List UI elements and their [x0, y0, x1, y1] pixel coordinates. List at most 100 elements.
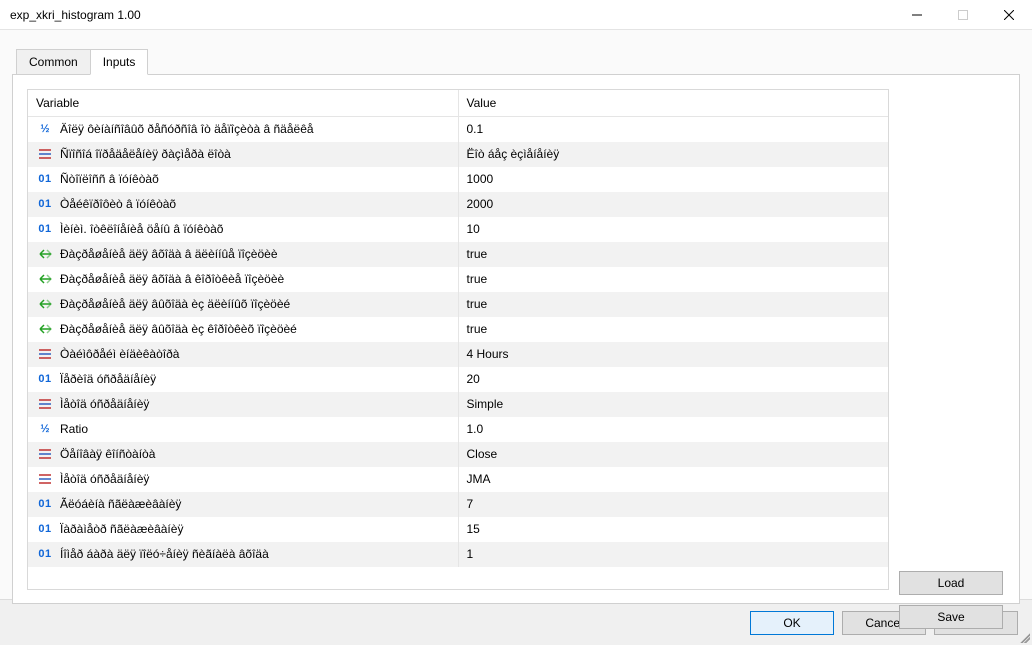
table-row[interactable]: Ðàçðåøåíèå äëÿ âûõîäà èç äëèííûõ ïîçèöèé… — [28, 292, 888, 317]
variable-cell[interactable]: Ðàçðåøåíèå äëÿ âõîäà â äëèííûå ïîçèöèè — [28, 242, 458, 267]
table-row[interactable]: ½Ratio1.0 — [28, 417, 888, 442]
value-cell[interactable]: true — [458, 242, 888, 267]
variable-cell[interactable]: Òàéìôðåéì èíäèêàòîðà — [28, 342, 458, 367]
blank-cell — [28, 567, 888, 589]
fraction-icon: ½ — [36, 423, 54, 435]
value-cell[interactable]: true — [458, 317, 888, 342]
table-row[interactable]: 01 Ïàðàìåòð ñãëàæèâàíèÿ 15 — [28, 517, 888, 542]
maximize-button — [940, 0, 986, 30]
value-cell[interactable]: Simple — [458, 392, 888, 417]
variable-cell[interactable]: Ìåòîä óñðåäíåíèÿ — [28, 392, 458, 417]
variable-label: Íîìåð áàðà äëÿ ïîëó÷åíèÿ ñèãíàëà âõîäà — [60, 547, 269, 561]
save-button[interactable]: Save — [899, 605, 1003, 629]
table-row[interactable]: 01Ãëóáèíà ñãëàæèâàíèÿ7 — [28, 492, 888, 517]
tab-inputs[interactable]: Inputs — [90, 49, 149, 75]
table-row[interactable]: 01Ìèíèì. îòêëîíåíèå öåíû â ïóíêòàõ10 — [28, 217, 888, 242]
integer-icon: 01 — [36, 198, 54, 210]
variable-cell[interactable]: ½Ratio — [28, 417, 458, 442]
variable-label: Òàéìôðåéì èíäèêàòîðà — [60, 347, 179, 361]
integer-icon: 01 — [36, 548, 54, 560]
load-button[interactable]: Load — [899, 571, 1003, 595]
string-icon — [36, 398, 54, 410]
variable-cell[interactable]: Öåíîâàÿ êîíñòàíòà — [28, 442, 458, 467]
value-cell[interactable]: true — [458, 267, 888, 292]
variable-cell[interactable]: 01 Ïåðèîä óñðåäíåíèÿ — [28, 367, 458, 392]
variable-label: Òåéêïðîôèò â ïóíêòàõ — [60, 197, 176, 211]
value-cell[interactable]: 1.0 — [458, 417, 888, 442]
value-cell[interactable]: 15 — [458, 517, 888, 542]
table-row — [28, 567, 888, 589]
value-cell[interactable]: true — [458, 292, 888, 317]
table-row[interactable]: 01Ñòîïëîññ â ïóíêòàõ1000 — [28, 167, 888, 192]
table-row[interactable]: Ðàçðåøåíèå äëÿ âûõîäà èç êîðîòêèõ ïîçèöè… — [28, 317, 888, 342]
value-cell[interactable]: 20 — [458, 367, 888, 392]
column-header-value[interactable]: Value — [458, 90, 888, 117]
variable-cell[interactable]: Ðàçðåøåíèå äëÿ âõîäà â êîðîòêèå ïîçèöèè — [28, 267, 458, 292]
variable-cell[interactable]: Ñïîñîá îïðåäåëåíèÿ ðàçìåðà ëîòà — [28, 142, 458, 167]
variable-label: Ïåðèîä óñðåäíåíèÿ — [60, 372, 156, 386]
table-row[interactable]: Ðàçðåøåíèå äëÿ âõîäà â êîðîòêèå ïîçèöèèt… — [28, 267, 888, 292]
fraction-icon: ½ — [36, 123, 54, 135]
tab-panel: Variable Value ½ Äîëÿ ôèíàíñîâûõ ðåñóðñîâ… — [12, 74, 1020, 604]
string-icon — [36, 473, 54, 485]
value-cell[interactable]: 1000 — [458, 167, 888, 192]
variable-label: Ðàçðåøåíèå äëÿ âûõîäà èç êîðîòêèõ ïîçèöè… — [60, 322, 297, 336]
bool-icon — [36, 323, 54, 335]
variable-cell[interactable]: 01 Ïàðàìåòð ñãëàæèâàíèÿ — [28, 517, 458, 542]
variable-label: Ìåòîä óñðåäíåíèÿ — [60, 472, 149, 486]
variable-label: Ìåòîä óñðåäíåíèÿ — [60, 397, 149, 411]
table-row[interactable]: 01 Íîìåð áàðà äëÿ ïîëó÷åíèÿ ñèãíàëà âõîäà… — [28, 542, 888, 567]
variable-cell[interactable]: ½ Äîëÿ ôèíàíñîâûõ ðåñóðñîâ îò äåïîçèòà â … — [28, 117, 458, 142]
resize-grip[interactable] — [1018, 631, 1030, 643]
value-cell[interactable]: Ëîò áåç èçìåíåíèÿ — [458, 142, 888, 167]
tab-common[interactable]: Common — [16, 49, 91, 75]
value-cell[interactable]: 10 — [458, 217, 888, 242]
variable-label: Ìèíèì. îòêëîíåíèå öåíû â ïóíêòàõ — [60, 222, 223, 236]
string-icon — [36, 348, 54, 360]
variable-label: Öåíîâàÿ êîíñòàíòà — [60, 447, 155, 461]
variable-label: Ñïîñîá îïðåäåëåíèÿ ðàçìåðà ëîòà — [60, 147, 231, 161]
close-button[interactable] — [986, 0, 1032, 30]
variable-label: Ïàðàìåòð ñãëàæèâàíèÿ — [60, 522, 183, 536]
value-cell[interactable]: Close — [458, 442, 888, 467]
integer-icon: 01 — [36, 373, 54, 385]
integer-icon: 01 — [36, 523, 54, 535]
value-cell[interactable]: 4 Hours — [458, 342, 888, 367]
table-row[interactable]: Öåíîâàÿ êîíñòàíòà Close — [28, 442, 888, 467]
value-cell[interactable]: 0.1 — [458, 117, 888, 142]
bool-icon — [36, 248, 54, 260]
window-title: exp_xkri_histogram 1.00 — [10, 8, 894, 22]
integer-icon: 01 — [36, 498, 54, 510]
variable-cell[interactable]: Ìåòîä óñðåäíåíèÿ — [28, 467, 458, 492]
value-cell[interactable]: 1 — [458, 542, 888, 567]
table-row[interactable]: Ñïîñîá îïðåäåëåíèÿ ðàçìåðà ëîòà Ëîò áåç è… — [28, 142, 888, 167]
ok-button[interactable]: OK — [750, 611, 834, 635]
value-cell[interactable]: 7 — [458, 492, 888, 517]
value-cell[interactable]: 2000 — [458, 192, 888, 217]
variable-cell[interactable]: 01Ìèíèì. îòêëîíåíèå öåíû â ïóíêòàõ — [28, 217, 458, 242]
variable-label: Äîëÿ ôèíàíñîâûõ ðåñóðñîâ îò äåïîçèòà â ñ… — [60, 122, 314, 136]
column-header-variable[interactable]: Variable — [28, 90, 458, 117]
table-row[interactable]: Òàéìôðåéì èíäèêàòîðà 4 Hours — [28, 342, 888, 367]
table-row[interactable]: Ìåòîä óñðåäíåíèÿ JMA — [28, 467, 888, 492]
table-row[interactable]: 01 Òåéêïðîôèò â ïóíêòàõ 2000 — [28, 192, 888, 217]
variable-cell[interactable]: 01 Íîìåð áàðà äëÿ ïîëó÷åíèÿ ñèãíàëà âõîäà — [28, 542, 458, 567]
string-icon — [36, 148, 54, 160]
variable-cell[interactable]: 01 Òåéêïðîôèò â ïóíêòàõ — [28, 192, 458, 217]
string-icon — [36, 448, 54, 460]
titlebar: exp_xkri_histogram 1.00 — [0, 0, 1032, 30]
variable-cell[interactable]: 01Ãëóáèíà ñãëàæèâàíèÿ — [28, 492, 458, 517]
integer-icon: 01 — [36, 173, 54, 185]
variable-label: Ðàçðåøåíèå äëÿ âõîäà â äëèííûå ïîçèöèè — [60, 247, 278, 261]
variable-cell[interactable]: 01Ñòîïëîññ â ïóíêòàõ — [28, 167, 458, 192]
inputs-table: Variable Value ½ Äîëÿ ôèíàíñîâûõ ðåñóðñîâ… — [28, 90, 888, 589]
table-row[interactable]: Ðàçðåøåíèå äëÿ âõîäà â äëèííûå ïîçèöèè tr… — [28, 242, 888, 267]
table-row[interactable]: ½ Äîëÿ ôèíàíñîâûõ ðåñóðñîâ îò äåïîçèòà â … — [28, 117, 888, 142]
variable-cell[interactable]: Ðàçðåøåíèå äëÿ âûõîäà èç äëèííûõ ïîçèöèé — [28, 292, 458, 317]
value-cell[interactable]: JMA — [458, 467, 888, 492]
minimize-button[interactable] — [894, 0, 940, 30]
table-row[interactable]: Ìåòîä óñðåäíåíèÿ Simple — [28, 392, 888, 417]
table-row[interactable]: 01 Ïåðèîä óñðåäíåíèÿ 20 — [28, 367, 888, 392]
inputs-table-wrapper: Variable Value ½ Äîëÿ ôèíàíñîâûõ ðåñóðñîâ… — [27, 89, 889, 590]
variable-cell[interactable]: Ðàçðåøåíèå äëÿ âûõîäà èç êîðîòêèõ ïîçèöè… — [28, 317, 458, 342]
